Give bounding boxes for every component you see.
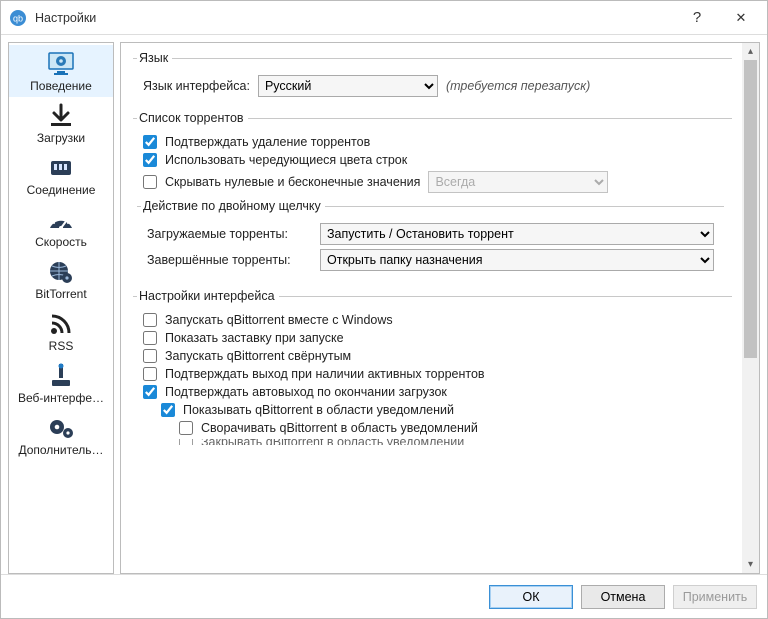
dblclick-downloading-select[interactable]: Запустить / Остановить торрент: [320, 223, 714, 245]
close-tray-label: Закрывать qBittorrent в область уведомле…: [201, 439, 464, 445]
confirm-delete-label: Подтверждать удаление торрентов: [165, 135, 370, 149]
group-torrent-list: Список торрентов Подтверждать удаление т…: [133, 111, 732, 281]
content-area: Язык Язык интерфейса: Русский (требуется…: [120, 42, 760, 574]
sidebar-item-behavior[interactable]: Поведение: [9, 45, 113, 97]
confirm-delete-input[interactable]: [143, 135, 157, 149]
alt-rows-checkbox[interactable]: Использовать чередующиеся цвета строк: [143, 153, 722, 167]
confirm-delete-checkbox[interactable]: Подтверждать удаление торрентов: [143, 135, 722, 149]
app-icon: qb: [9, 9, 27, 27]
sidebar-item-speed[interactable]: Скорость: [9, 201, 113, 253]
content-scroll: Язык Язык интерфейса: Русский (требуется…: [121, 43, 742, 573]
dblclick-downloading-label: Загружаемые торренты:: [147, 227, 312, 241]
sidebar-label: Скорость: [35, 235, 87, 249]
sidebar-label: Загрузки: [37, 131, 85, 145]
show-tray-checkbox[interactable]: Показывать qBittorrent в области уведомл…: [161, 403, 722, 417]
dblclick-completed-select[interactable]: Открыть папку назначения: [320, 249, 714, 271]
hide-zero-input[interactable]: [143, 175, 157, 189]
gauge-icon: [45, 205, 77, 235]
sidebar-label: Поведение: [30, 79, 92, 93]
start-with-windows-checkbox[interactable]: Запускать qBittorrent вместе с Windows: [143, 313, 722, 327]
sidebar-label: Соединение: [27, 183, 96, 197]
start-minimized-input[interactable]: [143, 349, 157, 363]
scroll-down-arrow-icon[interactable]: ▾: [742, 556, 759, 573]
group-torrent-list-legend: Список торрентов: [137, 111, 248, 125]
alt-rows-label: Использовать чередующиеся цвета строк: [165, 153, 407, 167]
start-minimized-label: Запускать qBittorrent свёрнутым: [165, 349, 351, 363]
dblclick-completed-label: Завершённые торренты:: [147, 253, 312, 267]
sidebar-item-bittorrent[interactable]: BitTorrent: [9, 253, 113, 305]
sidebar-label: BitTorrent: [35, 287, 86, 301]
sidebar: Поведение Загрузки Соединение Скорость: [8, 42, 114, 574]
hide-zero-label: Скрывать нулевые и бесконечные значения: [165, 175, 420, 189]
alt-rows-input[interactable]: [143, 153, 157, 167]
scroll-thumb[interactable]: [744, 60, 757, 358]
group-language-legend: Язык: [137, 51, 172, 65]
minimize-tray-input[interactable]: [179, 421, 193, 435]
start-with-windows-label: Запускать qBittorrent вместе с Windows: [165, 313, 393, 327]
confirm-exit-active-label: Подтверждать выход при наличии активных …: [165, 367, 485, 381]
hide-zero-checkbox[interactable]: Скрывать нулевые и бесконечные значения …: [143, 171, 722, 193]
minimize-tray-label: Сворачивать qBittorrent в область уведом…: [201, 421, 478, 435]
language-label: Язык интерфейса:: [143, 79, 250, 93]
confirm-exit-active-input[interactable]: [143, 367, 157, 381]
start-with-windows-input[interactable]: [143, 313, 157, 327]
svg-text:qb: qb: [13, 13, 23, 23]
sidebar-item-connection[interactable]: Соединение: [9, 149, 113, 201]
gear-monitor-icon: [45, 49, 77, 79]
language-note: (требуется перезапуск): [446, 79, 590, 93]
show-splash-checkbox[interactable]: Показать заставку при запуске: [143, 331, 722, 345]
group-desktop: Настройки интерфейса Запускать qBittorre…: [133, 289, 732, 451]
ok-button[interactable]: ОК: [489, 585, 573, 609]
globe-gear-icon: [45, 257, 77, 287]
scroll-track[interactable]: [742, 60, 759, 556]
titlebar: qb Настройки ? ✕: [1, 1, 767, 35]
show-splash-label: Показать заставку при запуске: [165, 331, 344, 345]
show-tray-input[interactable]: [161, 403, 175, 417]
language-select[interactable]: Русский: [258, 75, 438, 97]
window-title: Настройки: [35, 11, 675, 25]
sidebar-item-rss[interactable]: RSS: [9, 305, 113, 357]
sidebar-item-advanced[interactable]: Дополнитель…: [9, 409, 113, 461]
start-minimized-checkbox[interactable]: Запускать qBittorrent свёрнутым: [143, 349, 722, 363]
vertical-scrollbar[interactable]: ▴ ▾: [742, 43, 759, 573]
sidebar-item-downloads[interactable]: Загрузки: [9, 97, 113, 149]
confirm-autoexit-label: Подтверждать автовыход по окончании загр…: [165, 385, 447, 399]
help-button[interactable]: ?: [675, 3, 719, 33]
confirm-autoexit-checkbox[interactable]: Подтверждать автовыход по окончании загр…: [143, 385, 722, 399]
group-dblclick-legend: Действие по двойному щелчку: [141, 199, 325, 213]
confirm-autoexit-input[interactable]: [143, 385, 157, 399]
sidebar-label: RSS: [49, 339, 74, 353]
cancel-button[interactable]: Отмена: [581, 585, 665, 609]
settings-window: qb Настройки ? ✕ Поведение Загрузки: [0, 0, 768, 619]
scroll-up-arrow-icon[interactable]: ▴: [742, 43, 759, 60]
group-dblclick: Действие по двойному щелчку Загружаемые …: [137, 199, 724, 277]
show-splash-input[interactable]: [143, 331, 157, 345]
sidebar-item-webui[interactable]: Веб-интерфе…: [9, 357, 113, 409]
network-port-icon: [45, 153, 77, 183]
group-language: Язык Язык интерфейса: Русский (требуется…: [133, 51, 732, 103]
group-desktop-legend: Настройки интерфейса: [137, 289, 279, 303]
close-button[interactable]: ✕: [719, 3, 763, 33]
sidebar-label: Дополнитель…: [18, 443, 103, 457]
sidebar-label: Веб-интерфе…: [18, 391, 104, 405]
minimize-tray-checkbox[interactable]: Сворачивать qBittorrent в область уведом…: [179, 421, 722, 435]
close-tray-input[interactable]: [179, 439, 193, 445]
confirm-exit-active-checkbox[interactable]: Подтверждать выход при наличии активных …: [143, 367, 722, 381]
download-icon: [45, 101, 77, 131]
dialog-footer: ОК Отмена Применить: [1, 574, 767, 618]
rss-icon: [45, 309, 77, 339]
router-icon: [45, 361, 77, 391]
gears-icon: [45, 413, 77, 443]
dialog-body: Поведение Загрузки Соединение Скорость: [1, 35, 767, 574]
hide-zero-mode-select: Всегда: [428, 171, 608, 193]
show-tray-label: Показывать qBittorrent в области уведомл…: [183, 403, 454, 417]
apply-button: Применить: [673, 585, 757, 609]
close-tray-checkbox[interactable]: Закрывать qBittorrent в область уведомле…: [179, 439, 722, 445]
